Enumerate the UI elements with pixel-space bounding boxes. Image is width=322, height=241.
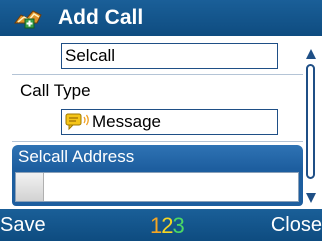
scrollbar[interactable] (306, 64, 315, 179)
selcall-address-input[interactable] (15, 172, 299, 202)
scroll-down-arrow-icon[interactable] (305, 192, 317, 204)
title-bar: Add Call (0, 0, 322, 36)
call-type-field[interactable]: Message (61, 109, 278, 135)
form-content: Selcall Call Type Message Selcall Addres… (0, 36, 303, 206)
input-mode-123[interactable]: 123 (150, 213, 185, 239)
message-icon (65, 113, 89, 131)
call-type-label: Call Type (20, 81, 91, 100)
selcall-address-label: Selcall Address (12, 145, 303, 169)
divider (12, 141, 303, 142)
softkey-bar: Save 123 Close (0, 209, 322, 241)
save-softkey[interactable]: Save (0, 214, 46, 237)
call-name-value: Selcall (65, 46, 116, 65)
scroll-up-arrow-icon[interactable] (305, 48, 317, 60)
add-call-icon (14, 10, 42, 29)
input-mode-digit: 2 (161, 213, 173, 238)
input-mode-digit: 1 (150, 213, 162, 238)
divider (12, 74, 303, 75)
page-title: Add Call (58, 6, 144, 29)
selcall-address-panel (12, 169, 303, 206)
input-mode-indicator (16, 173, 44, 201)
close-softkey[interactable]: Close (271, 214, 322, 237)
input-mode-digit: 3 (172, 213, 185, 238)
call-type-value: Message (92, 112, 161, 131)
call-name-field[interactable]: Selcall (61, 43, 278, 69)
